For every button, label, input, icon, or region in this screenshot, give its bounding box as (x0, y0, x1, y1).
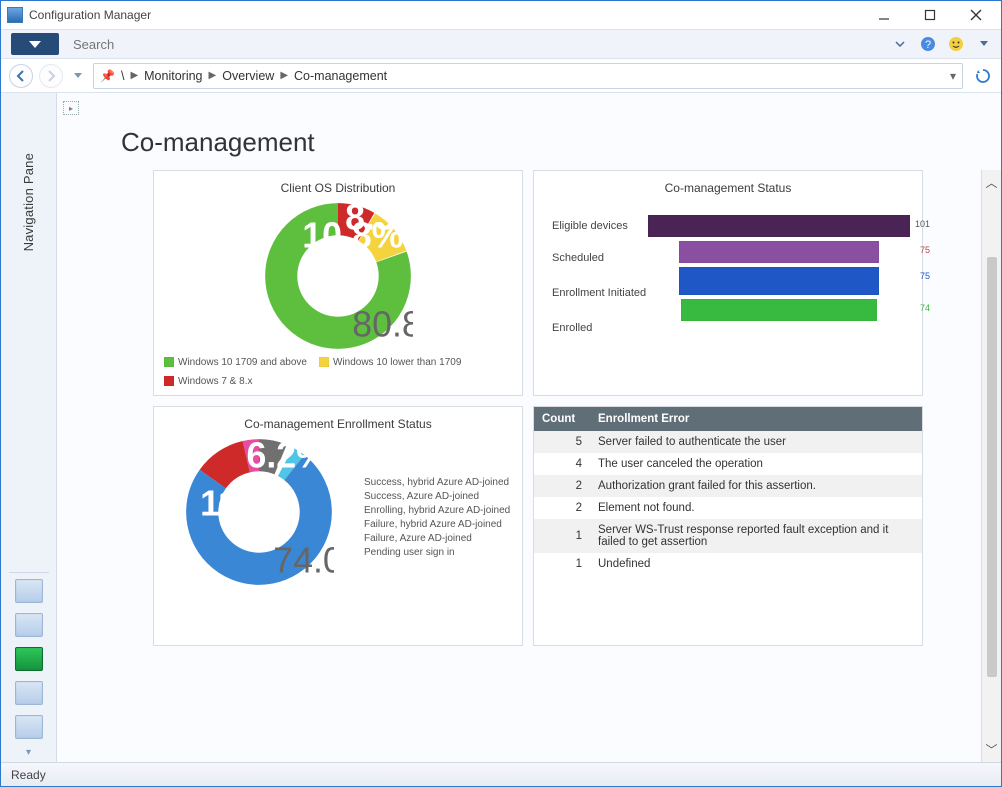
table-row: 2Authorization grant failed for this ass… (534, 475, 922, 497)
feedback-icon[interactable] (947, 35, 965, 53)
svg-text:10.8%: 10.8% (302, 215, 403, 255)
chevron-right-icon: ▶ (280, 70, 288, 81)
breadcrumb-root[interactable]: \ (121, 69, 124, 83)
chevron-right-icon: ▶ (130, 70, 138, 81)
forward-button[interactable] (39, 64, 63, 88)
content-area: ▸ Co-management Client OS Distribution 8… (57, 93, 1001, 762)
pin-icon[interactable]: 📌 (100, 69, 115, 83)
svg-text:11.5%: 11.5% (200, 484, 299, 524)
funnel-labels: Eligible devices Scheduled Enrollment In… (552, 215, 648, 339)
donut-enrollment: 6.2% 11.5% 74.0% (184, 437, 334, 587)
card-errors: Count Enrollment Error 5Server failed to… (533, 406, 923, 646)
legend-os: Windows 10 1709 and above Windows 10 low… (164, 357, 512, 387)
svg-text:?: ? (925, 39, 931, 51)
window-title: Configuration Manager (29, 8, 869, 22)
table-row: 5Server failed to authenticate the user (534, 431, 922, 453)
minimize-button[interactable] (869, 5, 899, 25)
breadcrumb-item-1[interactable]: Overview (222, 69, 274, 83)
searchbar: ? (1, 29, 1001, 59)
workspace-library-icon[interactable] (15, 613, 43, 637)
dashboard-grid: Client OS Distribution 8.3% 10.8% 80.8% … (153, 170, 923, 762)
nav-pane-label[interactable]: Navigation Pane (21, 153, 36, 251)
table-row: 4The user canceled the operation (534, 453, 922, 475)
scroll-down-icon[interactable]: ﹀ (985, 741, 997, 758)
card-comgmt-status: Co-management Status Eligible devices Sc… (533, 170, 923, 396)
help-icon[interactable]: ? (919, 35, 937, 53)
breadcrumb-bar[interactable]: 📌 \ ▶ Monitoring ▶ Overview ▶ Co-managem… (93, 63, 963, 89)
svg-text:6.2%: 6.2% (247, 437, 328, 475)
history-dropdown-icon[interactable] (69, 67, 87, 85)
maximize-button[interactable] (915, 5, 945, 25)
card-title: Co-management Enrollment Status (164, 417, 512, 431)
workspace-assets-icon[interactable] (15, 579, 43, 603)
svg-text:74.0%: 74.0% (273, 541, 334, 581)
breadcrumb-item-0[interactable]: Monitoring (144, 69, 202, 83)
card-enrollment-status: Co-management Enrollment Status 6.2% 11.… (153, 406, 523, 646)
rail-expand-icon[interactable]: ▾ (26, 747, 31, 758)
statusbar: Ready (1, 762, 1001, 786)
table-row: 1Server WS-Trust response reported fault… (534, 519, 922, 553)
workspace-compliance-icon[interactable] (15, 681, 43, 705)
col-count: Count (534, 407, 590, 431)
status-text: Ready (11, 768, 46, 782)
workspace-monitoring-icon[interactable] (15, 647, 43, 671)
ribbon-menu-button[interactable] (11, 33, 59, 55)
main-area: Navigation Pane ▾ ▸ Co-management Client… (1, 93, 1001, 762)
search-dropdown-icon[interactable] (891, 35, 909, 53)
svg-text:80.8%: 80.8% (352, 305, 413, 345)
card-title: Client OS Distribution (164, 181, 512, 195)
feedback-dropdown-icon[interactable] (975, 35, 993, 53)
close-button[interactable] (961, 5, 991, 25)
table-row: 2Element not found. (534, 497, 922, 519)
donut-os-distribution: 8.3% 10.8% 80.8% (263, 201, 413, 351)
card-title: Co-management Status (544, 181, 912, 195)
refresh-button[interactable] (973, 66, 993, 86)
search-input[interactable] (69, 33, 881, 56)
col-error: Enrollment Error (590, 407, 922, 431)
scrollbar-thumb[interactable] (987, 257, 997, 677)
chevron-right-icon: ▶ (209, 70, 217, 81)
vertical-scrollbar[interactable]: ︿ ﹀ (981, 170, 1001, 762)
breadcrumb-item-2[interactable]: Co-management (294, 69, 387, 83)
legend-enroll: Success, hybrid Azure AD-joined Success,… (364, 477, 510, 558)
errors-table: Count Enrollment Error 5Server failed to… (534, 407, 922, 575)
scroll-up-icon[interactable]: ︿ (985, 174, 997, 191)
page-title: Co-management (121, 127, 1001, 158)
table-row: 1Undefined (534, 553, 922, 575)
breadcrumb-dropdown-icon[interactable]: ▾ (950, 69, 956, 83)
back-button[interactable] (9, 64, 33, 88)
workspace-admin-icon[interactable] (15, 715, 43, 739)
left-rail: Navigation Pane ▾ (1, 93, 57, 762)
ribbon-toggle-icon[interactable]: ▸ (63, 101, 79, 115)
app-icon (7, 7, 23, 23)
card-os-distribution: Client OS Distribution 8.3% 10.8% 80.8% … (153, 170, 523, 396)
titlebar: Configuration Manager (1, 1, 1001, 29)
nav-toolbar: 📌 \ ▶ Monitoring ▶ Overview ▶ Co-managem… (1, 59, 1001, 93)
funnel-chart: 101 75 75 74 (648, 215, 910, 339)
